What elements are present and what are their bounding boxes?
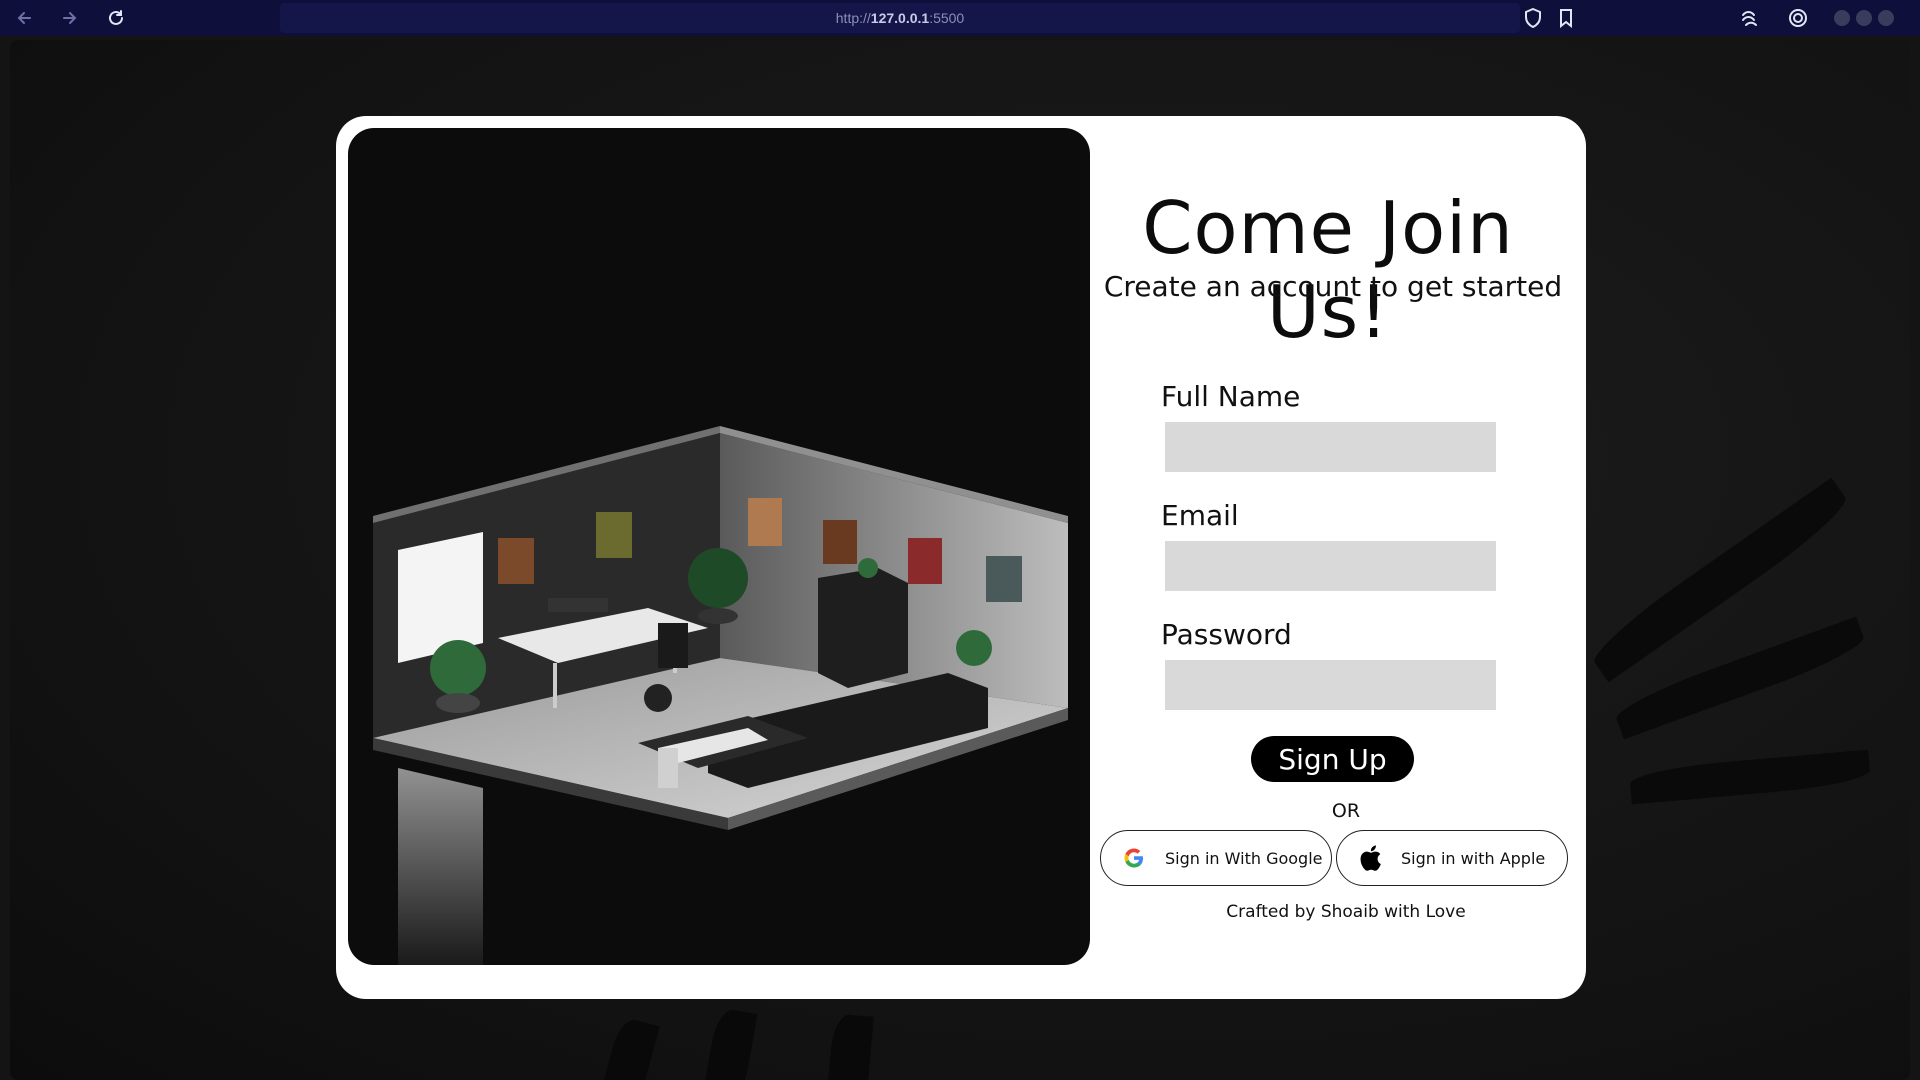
email-input[interactable] <box>1165 541 1496 591</box>
apple-icon <box>1357 845 1383 871</box>
apple-sign-in-button[interactable]: Sign in with Apple <box>1336 830 1568 886</box>
footer-credit: Crafted by Shoaib with Love <box>1226 902 1466 922</box>
signup-card: Come Join Us! Create an account to get s… <box>336 116 1586 999</box>
google-icon <box>1121 845 1147 871</box>
password-input[interactable] <box>1165 660 1496 710</box>
email-label: Email <box>1161 499 1239 532</box>
google-sign-in-button[interactable]: Sign in With Google <box>1100 830 1332 886</box>
room-illustration <box>348 128 1090 965</box>
url-prefix: http:// <box>835 10 871 26</box>
window-control[interactable] <box>1878 10 1894 26</box>
palm-leaf-decoration <box>702 1007 758 1080</box>
full-name-label: Full Name <box>1161 380 1301 413</box>
palm-leaf-decoration <box>826 1013 874 1080</box>
url-host: 127.0.0.1 <box>870 10 930 26</box>
signup-form: Come Join Us! Create an account to get s… <box>1098 116 1586 999</box>
full-name-input[interactable] <box>1165 422 1496 472</box>
window-control[interactable] <box>1856 10 1872 26</box>
reload-icon[interactable] <box>104 6 128 30</box>
browser-toolbar: http://127.0.0.1:5500 <box>0 0 1920 36</box>
page-subtitle: Create an account to get started <box>1103 270 1563 303</box>
window-control[interactable] <box>1834 10 1850 26</box>
google-button-label: Sign in With Google <box>1165 848 1323 868</box>
palm-leaf-decoration <box>600 1016 660 1080</box>
sign-up-button[interactable]: Sign Up <box>1251 736 1414 782</box>
password-label: Password <box>1161 618 1292 651</box>
back-arrow-icon[interactable] <box>12 6 36 30</box>
forward-arrow-icon[interactable] <box>58 6 82 30</box>
bookmark-icon[interactable] <box>1556 8 1576 28</box>
shield-icon[interactable] <box>1523 8 1543 28</box>
extension-icon[interactable] <box>1740 8 1760 28</box>
palm-leaf-decoration <box>1628 749 1872 805</box>
or-divider: OR <box>1331 800 1361 822</box>
url-port: :5500 <box>929 10 965 26</box>
target-icon[interactable] <box>1788 8 1808 28</box>
apple-button-label: Sign in with Apple <box>1401 848 1546 868</box>
address-bar[interactable]: http://127.0.0.1:5500 <box>280 3 1520 33</box>
